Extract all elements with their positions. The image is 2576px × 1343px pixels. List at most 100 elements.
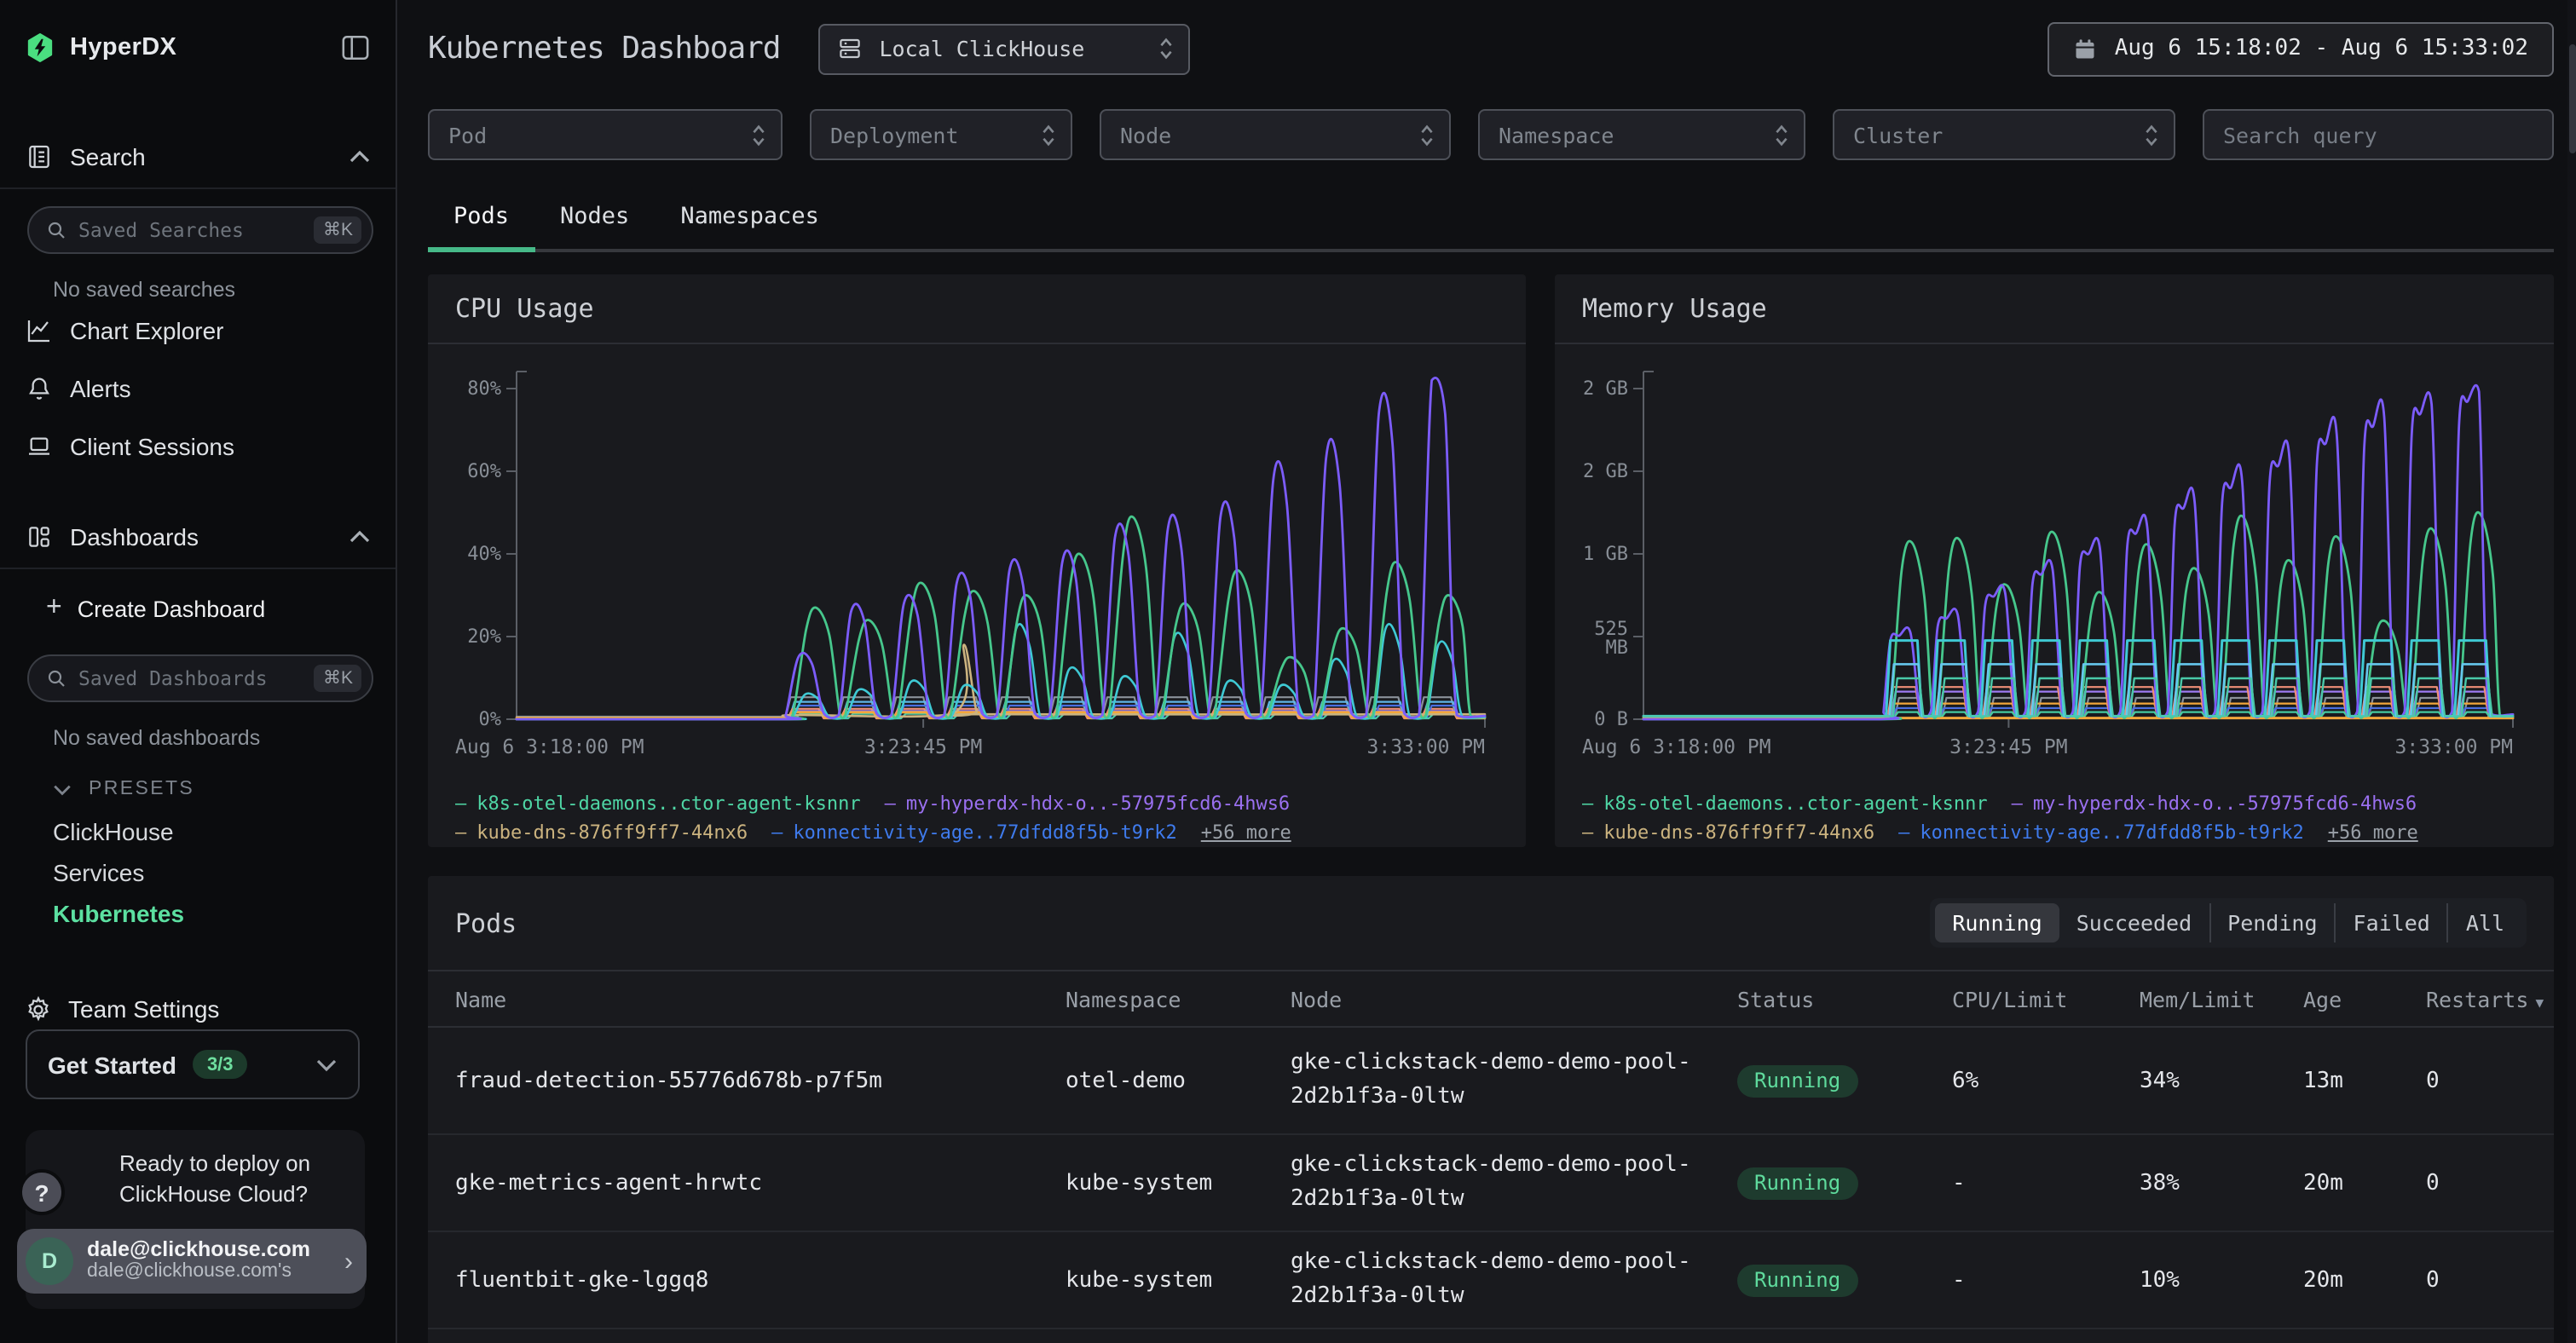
legend-more-link[interactable]: +56 more [2328,821,2418,844]
status-filter-running[interactable]: Running [1935,903,2059,942]
divider [0,187,396,189]
gear-icon [24,994,53,1023]
cpu-usage-chart[interactable]: 80%60%40%20%0%Aug 6 3:18:00 PM3:23:45 PM… [455,361,1499,786]
search-section-label: Search [70,143,349,170]
column-header-age[interactable]: Age [2303,986,2426,1012]
memory-usage-panel: Memory Usage 2 GB2 GB1 GB525MB0 BAug 6 3… [1555,274,2554,847]
cell-restarts: 0 [2426,1068,2527,1093]
collapse-sidebar-icon[interactable] [341,34,370,61]
cell-cpu-limit: - [1952,1267,2140,1293]
cell-node: gke-clickstack-demo-demo-pool-2d2b1f3a-0… [1291,1246,1737,1314]
get-started-button[interactable]: Get Started 3/3 [26,1029,360,1099]
cell-mem-limit: 34% [2140,1068,2303,1093]
column-header-name[interactable]: Name [455,986,1066,1012]
saved-dashboards-placeholder: Saved Dashboards [78,666,315,690]
presets-toggle[interactable]: PRESETS [0,767,396,811]
status-badge: Running [1737,1064,1857,1097]
preset-item-services[interactable]: Services [0,852,396,893]
legend-item[interactable]: —konnectivity-age..77dfdd8f5b-t9rk2 [771,821,1177,844]
column-header-restarts[interactable]: Restarts▼ [2426,986,2527,1012]
cell-cpu-limit: - [1952,1170,2140,1196]
legend-more-link[interactable]: +56 more [1201,821,1291,844]
search-query-input[interactable]: Search query [2203,109,2554,160]
tab-namespaces[interactable]: Namespaces [655,184,845,252]
filter-select-pod[interactable]: Pod [428,109,783,160]
scrollbar[interactable] [2567,0,2576,1343]
chart-svg: 80%60%40%20%0%Aug 6 3:18:00 PM3:23:45 PM… [455,361,1499,777]
status-filter-failed[interactable]: Failed [2335,903,2447,942]
dashboards-section-label: Dashboards [70,523,349,550]
promo-text: Ready to deploy on ClickHouse Cloud? [119,1149,310,1208]
sidebar-section-search[interactable]: Search [0,126,396,187]
sidebar-item-chart-explorer[interactable]: Chart Explorer [0,302,396,360]
no-saved-searches-note: No saved searches [0,254,396,302]
table-row[interactable]: fraud-detection-55776d678b-p7f5motel-dem… [428,1028,2554,1135]
cell-node: gke-clickstack-demo-demo-pool-2d2b1f3a-0… [1291,1046,1737,1115]
chart-title: CPU Usage [455,293,594,324]
status-filter-succeeded[interactable]: Succeeded [2059,903,2209,942]
status-filter-all[interactable]: All [2447,903,2521,942]
legend-item[interactable]: —k8s-otel-daemons..ctor-agent-ksnnr [1582,793,1988,815]
preset-item-kubernetes[interactable]: Kubernetes [0,893,396,934]
filter-select-namespace[interactable]: Namespace [1478,109,1805,160]
svg-text:3:33:00 PM: 3:33:00 PM [1367,736,1485,758]
legend-item[interactable]: —kube-dns-876ff9ff7-44nx6 [455,821,748,844]
legend-item[interactable]: —konnectivity-age..77dfdd8f5b-t9rk2 [1898,821,2304,844]
sidebar-item-label: Client Sessions [70,433,234,460]
create-dashboard-button[interactable]: + Create Dashboard [0,579,396,637]
cell-age: 20m [2303,1170,2426,1196]
status-filter-pending[interactable]: Pending [2209,903,2334,942]
create-dashboard-label: Create Dashboard [78,596,266,621]
sidebar-section-dashboards[interactable]: Dashboards [0,506,396,568]
cell-cpu-limit: 6% [1952,1068,2140,1093]
cell-namespace: kube-system [1066,1170,1291,1196]
cell-namespace: kube-system [1066,1267,1291,1293]
filter-select-node[interactable]: Node [1100,109,1451,160]
column-header-node[interactable]: Node [1291,986,1737,1012]
filter-select-deployment[interactable]: Deployment [810,109,1072,160]
scrollbar-thumb[interactable] [2568,44,2575,153]
sidebar-item-label: Alerts [70,375,131,402]
chevron-up-icon[interactable] [349,530,370,544]
column-header-cpu-limit[interactable]: CPU/Limit [1952,986,2140,1012]
updown-chevron-icon [750,122,767,147]
svg-text:3:23:45 PM: 3:23:45 PM [864,736,982,758]
filter-select-cluster[interactable]: Cluster [1833,109,2175,160]
legend-item[interactable]: —my-hyperdx-hdx-o..-57975fcd6-4hws6 [885,793,1291,815]
table-row[interactable]: fluentbit-gke-lggq8kube-systemgke-clicks… [428,1232,2554,1329]
table-row[interactable]: gke-clickstack-demo-demo- [428,1329,2554,1343]
legend-item[interactable]: —my-hyperdx-hdx-o..-57975fcd6-4hws6 [2012,793,2417,815]
saved-dashboards-input[interactable]: Saved Dashboards ⌘K [27,654,373,702]
time-range-picker[interactable]: Aug 6 15:18:02 - Aug 6 15:33:02 [2048,21,2554,76]
topbar: Kubernetes Dashboard Local ClickHouse Au… [428,22,2554,75]
user-meta: dale@clickhouse.com dale@clickhouse.com'… [87,1238,344,1284]
svg-text:3:33:00 PM: 3:33:00 PM [2395,736,2513,758]
cell-name: fluentbit-gke-lggq8 [455,1267,1066,1293]
legend-item[interactable]: —k8s-otel-daemons..ctor-agent-ksnnr [455,793,861,815]
cell-restarts: 0 [2426,1170,2527,1196]
get-started-progress-badge: 3/3 [193,1050,247,1079]
tab-nodes[interactable]: Nodes [534,184,655,252]
sidebar-item-client-sessions[interactable]: Client Sessions [0,418,396,476]
chevron-up-icon[interactable] [349,150,370,164]
cell-status: Running [1737,1264,1952,1296]
user-account-button[interactable]: D dale@clickhouse.com dale@clickhouse.co… [17,1229,367,1294]
legend-item[interactable]: —kube-dns-876ff9ff7-44nx6 [1582,821,1874,844]
svg-text:525MB: 525MB [1594,619,1628,659]
logo-row: HyperDX [0,0,396,95]
sidebar: HyperDX Search Saved Searches ⌘K No save… [0,0,397,1343]
tab-pods[interactable]: Pods [428,184,534,252]
column-header-status[interactable]: Status [1737,986,1952,1012]
datasource-select[interactable]: Local ClickHouse [818,23,1190,74]
saved-searches-input[interactable]: Saved Searches ⌘K [27,206,373,254]
cell-name: fraud-detection-55776d678b-p7f5m [455,1068,1066,1093]
column-header-mem-limit[interactable]: Mem/Limit [2140,986,2303,1012]
table-row[interactable]: gke-metrics-agent-hrwtckube-systemgke-cl… [428,1135,2554,1232]
help-icon[interactable]: ? [19,1169,65,1215]
pods-table: NameNamespaceNodeStatusCPU/LimitMem/Limi… [428,971,2554,1343]
memory-usage-chart[interactable]: 2 GB2 GB1 GB525MB0 BAug 6 3:18:00 PM3:23… [1582,361,2527,786]
cell-node: gke-clickstack-demo-demo-pool-2d2b1f3a-0… [1291,1149,1737,1217]
preset-item-clickhouse[interactable]: ClickHouse [0,811,396,852]
column-header-namespace[interactable]: Namespace [1066,986,1291,1012]
sidebar-item-alerts[interactable]: Alerts [0,360,396,418]
